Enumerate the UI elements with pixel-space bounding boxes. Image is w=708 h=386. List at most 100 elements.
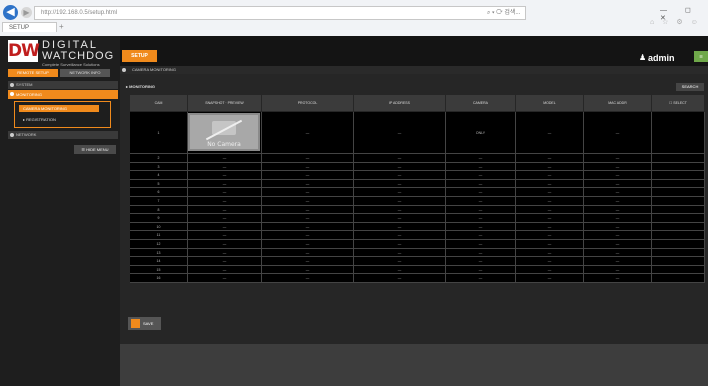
back-arrow-icon[interactable]: ◀ [3,5,18,20]
table-row[interactable]: 6— — — — — — [130,188,705,197]
cam-number: 1 [130,112,188,154]
browser-tab[interactable]: SETUP [2,22,57,32]
hdr-snapshot: SNAPSHOT · PREVIEW [188,95,261,111]
table-cell: — [584,154,652,163]
table-cell: — [584,171,652,180]
hdr-cam: CAM [130,95,187,111]
table-row[interactable]: 4— — — — — — [130,171,705,180]
table-cell: — [446,248,516,258]
table-cell: — [516,257,584,266]
hide-menu-button[interactable]: ☰ HIDE MENU [74,145,116,154]
table-cell: — [262,112,354,154]
browser-chrome: ◀ ▶ http://192.168.0.5/setup.html ⌕ ▾ ⟳ … [0,0,708,37]
table-cell: — [354,265,446,275]
save-label: SAVE [143,321,154,326]
table-cell: — [516,240,584,249]
table-cell: — [262,197,354,206]
thumbnail-frame: No Camera [190,115,258,149]
table-cell: — [584,240,652,249]
logo-tagline: Complete Surveillance Solutions [42,62,100,67]
table-row[interactable]: 11— — — — — — [130,231,705,240]
toolbar-icons[interactable]: ⌂ ☆ ⚙ ☺ [650,18,701,26]
sidebar-section-system[interactable]: SYSTEM [8,81,118,89]
hdr-protocol: PROTOCOL [262,95,353,111]
table-cell: — [262,214,354,223]
table-row[interactable]: 5— — — — — — [130,179,705,189]
camera-status: ONLY [446,112,516,154]
table-row[interactable]: 2— — — — — — [130,154,705,163]
admin-menu-button[interactable]: ☰ [694,51,708,62]
admin-label[interactable]: admin [648,53,675,63]
cam-number: 3 [130,162,188,172]
table-cell: — [446,197,516,206]
table-cell: — [354,257,446,266]
table-row[interactable]: 10— — — — — — [130,222,705,232]
table-row[interactable]: 12— — — — — — [130,240,705,249]
setup-button[interactable]: SETUP [122,50,157,62]
table-cell: — [446,231,516,240]
search-button[interactable]: SEARCH [676,83,704,91]
bullet-icon [122,68,126,72]
table-row[interactable]: 13— — — — — — [130,248,705,258]
top-bar: SETUP ♟ admin ☰ [120,36,708,66]
hdr-model: MODEL [516,95,583,111]
select-cell [652,162,705,172]
table-cell: — [584,162,652,172]
sidebar-section-monitoring[interactable]: MONITORING [8,90,118,99]
table-cell: — [584,222,652,232]
cam-number: 15 [130,265,188,275]
table-row[interactable]: 9— — — — — — [130,214,705,223]
select-cell [652,274,705,283]
bottom-area [120,344,708,386]
sidebar-item-label: REGISTRATION [26,117,56,122]
forward-arrow-icon[interactable]: ▶ [21,7,32,18]
table-cell: — [446,222,516,232]
table-cell: — [584,197,652,206]
page-title: CAMERA MONITORING [132,67,176,72]
table-cell: — [354,240,446,249]
address-search[interactable]: ⌕ ▾ ⟳ 검색... [487,7,520,19]
new-tab-icon[interactable]: + [59,23,69,31]
table-cell: — [446,171,516,180]
select-cell [652,231,705,240]
table-cell: — [516,171,584,180]
table-cell: — [446,179,516,189]
cam-number: 4 [130,171,188,180]
tab-network-info[interactable]: NETWORK INFO [60,69,110,77]
table-cell: — [354,214,446,223]
table-row[interactable]: 14— — — — — — [130,257,705,266]
table-cell: — [354,188,446,197]
table-cell: — [354,112,446,154]
table-row[interactable]: 16— — — — — — [130,274,705,283]
select-cell [652,171,705,180]
table-row[interactable]: 15— — — — — — [130,265,705,275]
table-cell: — [446,257,516,266]
select-cell [652,248,705,258]
bullet-icon [10,92,14,96]
table-cell: — [446,274,516,283]
sidebar-section-network[interactable]: NETWORK [8,131,118,139]
table-row[interactable]: 8— — — — — — [130,205,705,215]
table-row[interactable]: 3— — — — — — [130,162,705,172]
table-row[interactable]: 7— — — — — — [130,197,705,206]
tab-remote-setup[interactable]: REMOTE SETUP [8,69,58,77]
hdr-select[interactable]: ☐ SELECT [652,95,704,111]
snapshot-cell: — [188,171,262,180]
table-cell: — [584,231,652,240]
snapshot-cell: — [188,274,262,283]
table-cell: — [516,179,584,189]
sub-bar: CAMERA MONITORING [120,66,708,74]
table-cell: — [584,179,652,189]
sidebar-item-camera-monitoring[interactable]: CAMERA MONITORING [19,105,99,112]
section-title: ▸ MONITORING [126,84,156,89]
table-cell: — [354,171,446,180]
hdr-mac: MAC ADDR [584,95,651,111]
table-cell: — [446,214,516,223]
table-cell: — [354,222,446,232]
address-bar[interactable]: http://192.168.0.5/setup.html ⌕ ▾ ⟳ 검색..… [34,6,526,20]
sidebar-item-registration[interactable]: ▸ REGISTRATION [19,116,99,123]
save-button[interactable]: SAVE [128,317,161,330]
sidebar-section-label: NETWORK [16,132,37,137]
table-cell: — [262,231,354,240]
table-cell: — [354,154,446,163]
